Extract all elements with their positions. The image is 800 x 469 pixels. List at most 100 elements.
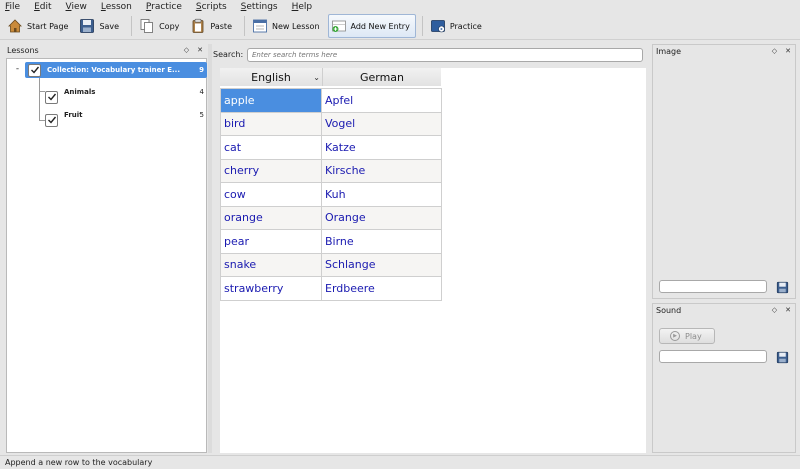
table-cell[interactable]: strawberry: [220, 276, 322, 301]
table-row[interactable]: orange Orange: [220, 205, 442, 230]
column-header-german[interactable]: German: [322, 68, 441, 86]
menu-settings[interactable]: Settings: [241, 2, 285, 12]
menubar: File Edit View Lesson Practice Scripts S…: [0, 0, 800, 13]
toolbar-separator: [421, 16, 423, 36]
checkbox-fruit[interactable]: [45, 113, 58, 127]
image-panel: Image ◇ ✕: [652, 44, 796, 299]
checkmark-icon: [30, 66, 39, 74]
new-lesson-icon: [252, 18, 268, 34]
sound-panel-title: Sound ◇ ✕: [653, 304, 795, 316]
float-icon[interactable]: ◇: [772, 306, 777, 314]
status-bar: Append a new row to the vocabulary: [0, 455, 800, 469]
close-icon[interactable]: ✕: [785, 47, 791, 55]
table-cell[interactable]: Apfel: [321, 88, 442, 113]
table-cell[interactable]: orange: [220, 205, 322, 230]
table-cell[interactable]: cat: [220, 135, 322, 160]
close-icon[interactable]: ✕: [785, 306, 791, 314]
tree-item-label: Fruit: [64, 111, 83, 119]
column-header-english[interactable]: English ⌄: [220, 68, 322, 86]
search-input[interactable]: [247, 48, 643, 62]
home-icon: [7, 18, 23, 34]
menu-view[interactable]: View: [66, 2, 94, 12]
table-row[interactable]: cow Kuh: [220, 182, 442, 207]
table-cell[interactable]: Vogel: [321, 111, 442, 136]
lessons-title: Lessons: [7, 45, 39, 55]
practice-button[interactable]: Practice: [427, 14, 488, 38]
checkmark-icon: [47, 93, 56, 101]
play-button[interactable]: ▶ Play: [659, 328, 715, 344]
table-cell[interactable]: cow: [220, 182, 322, 207]
save-icon: [776, 281, 788, 293]
float-icon[interactable]: ◇: [184, 46, 189, 54]
table-cell[interactable]: apple: [220, 88, 322, 113]
menu-file[interactable]: File: [5, 2, 27, 12]
table-row[interactable]: cat Katze: [220, 135, 442, 160]
checkmark-icon: [47, 116, 56, 124]
table-cell[interactable]: Katze: [321, 135, 442, 160]
start-page-label: Start Page: [27, 21, 69, 31]
lessons-panel-title: Lessons ◇ ✕: [4, 44, 207, 56]
image-url-input[interactable]: [659, 280, 767, 293]
menu-practice[interactable]: Practice: [146, 2, 189, 12]
new-lesson-button[interactable]: New Lesson: [249, 14, 326, 38]
save-image-button[interactable]: [775, 280, 789, 294]
table-cell[interactable]: bird: [220, 111, 322, 136]
table-cell[interactable]: Kirsche: [321, 158, 442, 183]
table-cell[interactable]: pear: [220, 229, 322, 254]
toolbar-separator: [243, 16, 245, 36]
tree-item-label: Collection: Vocabulary trainer E...: [47, 66, 181, 74]
save-icon: [776, 351, 788, 363]
tree-item-animals[interactable]: Animals 4: [45, 84, 207, 104]
checkbox-animals[interactable]: [45, 90, 58, 104]
entry-count: 9: [199, 66, 204, 74]
table-cell[interactable]: snake: [220, 252, 322, 277]
main-editor: Search: English ⌄ German apple Apfel bir…: [212, 44, 648, 453]
search-label: Search:: [213, 50, 244, 59]
start-page-button[interactable]: Start Page: [4, 14, 74, 38]
table-cell[interactable]: Kuh: [321, 182, 442, 207]
paste-icon: [190, 18, 206, 34]
tree-branch-line: [39, 78, 40, 121]
paste-label: Paste: [210, 21, 232, 31]
table-cell[interactable]: Orange: [321, 205, 442, 230]
menu-edit[interactable]: Edit: [34, 2, 58, 12]
table-row[interactable]: snake Schlange: [220, 252, 442, 277]
vocabulary-grid: apple Apfel bird Vogel cat Katze cherry …: [220, 88, 442, 301]
table-row[interactable]: bird Vogel: [220, 111, 442, 136]
table-row[interactable]: strawberry Erdbeere: [220, 276, 442, 301]
menu-scripts[interactable]: Scripts: [196, 2, 234, 12]
close-icon[interactable]: ✕: [197, 46, 203, 54]
save-label: Save: [99, 21, 120, 31]
copy-label: Copy: [159, 21, 180, 31]
table-row[interactable]: pear Birne: [220, 229, 442, 254]
collapse-icon[interactable]: -: [13, 65, 22, 74]
tree-item-collection[interactable]: Collection: Vocabulary trainer E... 9: [25, 62, 207, 78]
float-icon[interactable]: ◇: [772, 47, 777, 55]
sound-url-input[interactable]: [659, 350, 767, 363]
table-cell[interactable]: Schlange: [321, 252, 442, 277]
play-icon: ▶: [670, 331, 680, 341]
add-new-entry-label: Add New Entry: [350, 21, 410, 31]
table-cell[interactable]: Erdbeere: [321, 276, 442, 301]
add-entry-icon: [331, 18, 347, 34]
lessons-tree: - Collection: Vocabulary trainer E... 9 …: [6, 58, 207, 453]
tree-item-label: Animals: [64, 88, 96, 96]
practice-icon: [430, 18, 446, 34]
paste-button[interactable]: Paste: [187, 14, 238, 38]
sound-panel: Sound ◇ ✕ ▶ Play: [652, 303, 796, 453]
sound-title: Sound: [656, 305, 682, 315]
table-cell[interactable]: cherry: [220, 158, 322, 183]
save-sound-button[interactable]: [775, 350, 789, 364]
checkbox-collection[interactable]: [28, 63, 41, 77]
menu-lesson[interactable]: Lesson: [101, 2, 139, 12]
save-button[interactable]: Save: [76, 14, 125, 38]
table-row[interactable]: cherry Kirsche: [220, 158, 442, 183]
toolbar-separator: [131, 16, 133, 36]
table-row[interactable]: apple Apfel: [220, 88, 442, 113]
lessons-panel: Lessons ◇ ✕ - Collection: Vocabulary tra…: [4, 44, 207, 453]
table-cell[interactable]: Birne: [321, 229, 442, 254]
tree-item-fruit[interactable]: Fruit 5: [45, 107, 207, 127]
add-new-entry-button[interactable]: Add New Entry: [327, 14, 416, 38]
menu-help[interactable]: Help: [292, 2, 320, 12]
copy-button[interactable]: Copy: [136, 14, 185, 38]
